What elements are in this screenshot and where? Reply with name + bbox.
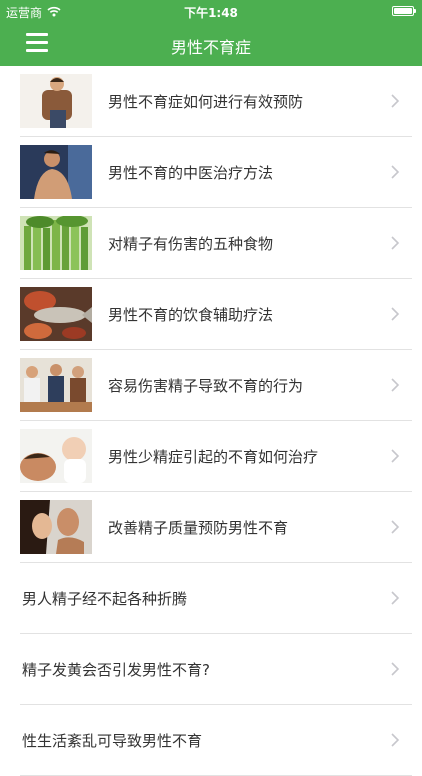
list-item[interactable]: 男人精子经不起各种折腾: [0, 563, 422, 634]
list-item-title: 精子发黄会否引发男性不育?: [22, 661, 210, 679]
chevron-right-icon: [391, 449, 400, 463]
chevron-right-icon: [391, 378, 400, 392]
list-item-title: 改善精子质量预防男性不育: [108, 519, 289, 537]
chevron-right-icon: [391, 236, 400, 250]
page-title: 男性不育症: [170, 38, 251, 57]
list-item-title: 男性不育症如何进行有效预防: [108, 93, 304, 111]
chevron-right-icon: [391, 94, 400, 108]
status-time: 下午1:48: [184, 6, 238, 20]
chevron-right-icon: [391, 520, 400, 534]
men-drinking-photo: [20, 358, 92, 412]
list-item-title: 男性不育的中医治疗方法: [108, 164, 274, 182]
list-item[interactable]: 男性不育症如何进行有效预防: [0, 66, 422, 137]
list-item-title: 男人精子经不起各种折腾: [22, 590, 188, 608]
status-bar: 运营商 下午1:48: [0, 0, 422, 22]
shirtless-man-photo: [20, 145, 92, 199]
chevron-right-icon: [391, 591, 400, 605]
list-item-title: 对精子有伤害的五种食物: [108, 235, 274, 253]
list-item[interactable]: 男性少精症引起的不育如何治疗: [0, 421, 422, 492]
list-item[interactable]: 性生活紊乱可导致男性不育: [0, 705, 422, 776]
list-item[interactable]: 男性不育的饮食辅助疗法: [0, 279, 422, 350]
list-item-title: 男性少精症引起的不育如何治疗: [108, 448, 319, 466]
couple-photo: [20, 500, 92, 554]
father-and-baby-photo: [20, 429, 92, 483]
chevron-right-icon: [391, 733, 400, 747]
list-item[interactable]: 男性不育的中医治疗方法: [0, 137, 422, 208]
article-list: 男性不育症如何进行有效预防 男性不育的中医治疗方法 对精子有伤害的五种食物 男性…: [0, 66, 422, 776]
chevron-right-icon: [391, 307, 400, 321]
list-item-title: 容易伤害精子导致不育的行为: [108, 377, 304, 395]
chevron-right-icon: [391, 165, 400, 179]
list-item[interactable]: 精子发黄会否引发男性不育?: [0, 634, 422, 705]
list-item[interactable]: 对精子有伤害的五种食物: [0, 208, 422, 279]
celery-photo: [20, 216, 92, 270]
list-item[interactable]: 改善精子质量预防男性不育: [0, 492, 422, 563]
chevron-right-icon: [391, 662, 400, 676]
battery-icon: [392, 6, 416, 16]
list-item-title: 男性不育的饮食辅助疗法: [108, 306, 274, 324]
nav-bar: 男性不育症: [0, 22, 422, 66]
seafood-photo: [20, 287, 92, 341]
list-item-title: 性生活紊乱可导致男性不育: [22, 732, 203, 750]
list-item[interactable]: 容易伤害精子导致不育的行为: [0, 350, 422, 421]
man-in-sweater-photo: [20, 74, 92, 128]
